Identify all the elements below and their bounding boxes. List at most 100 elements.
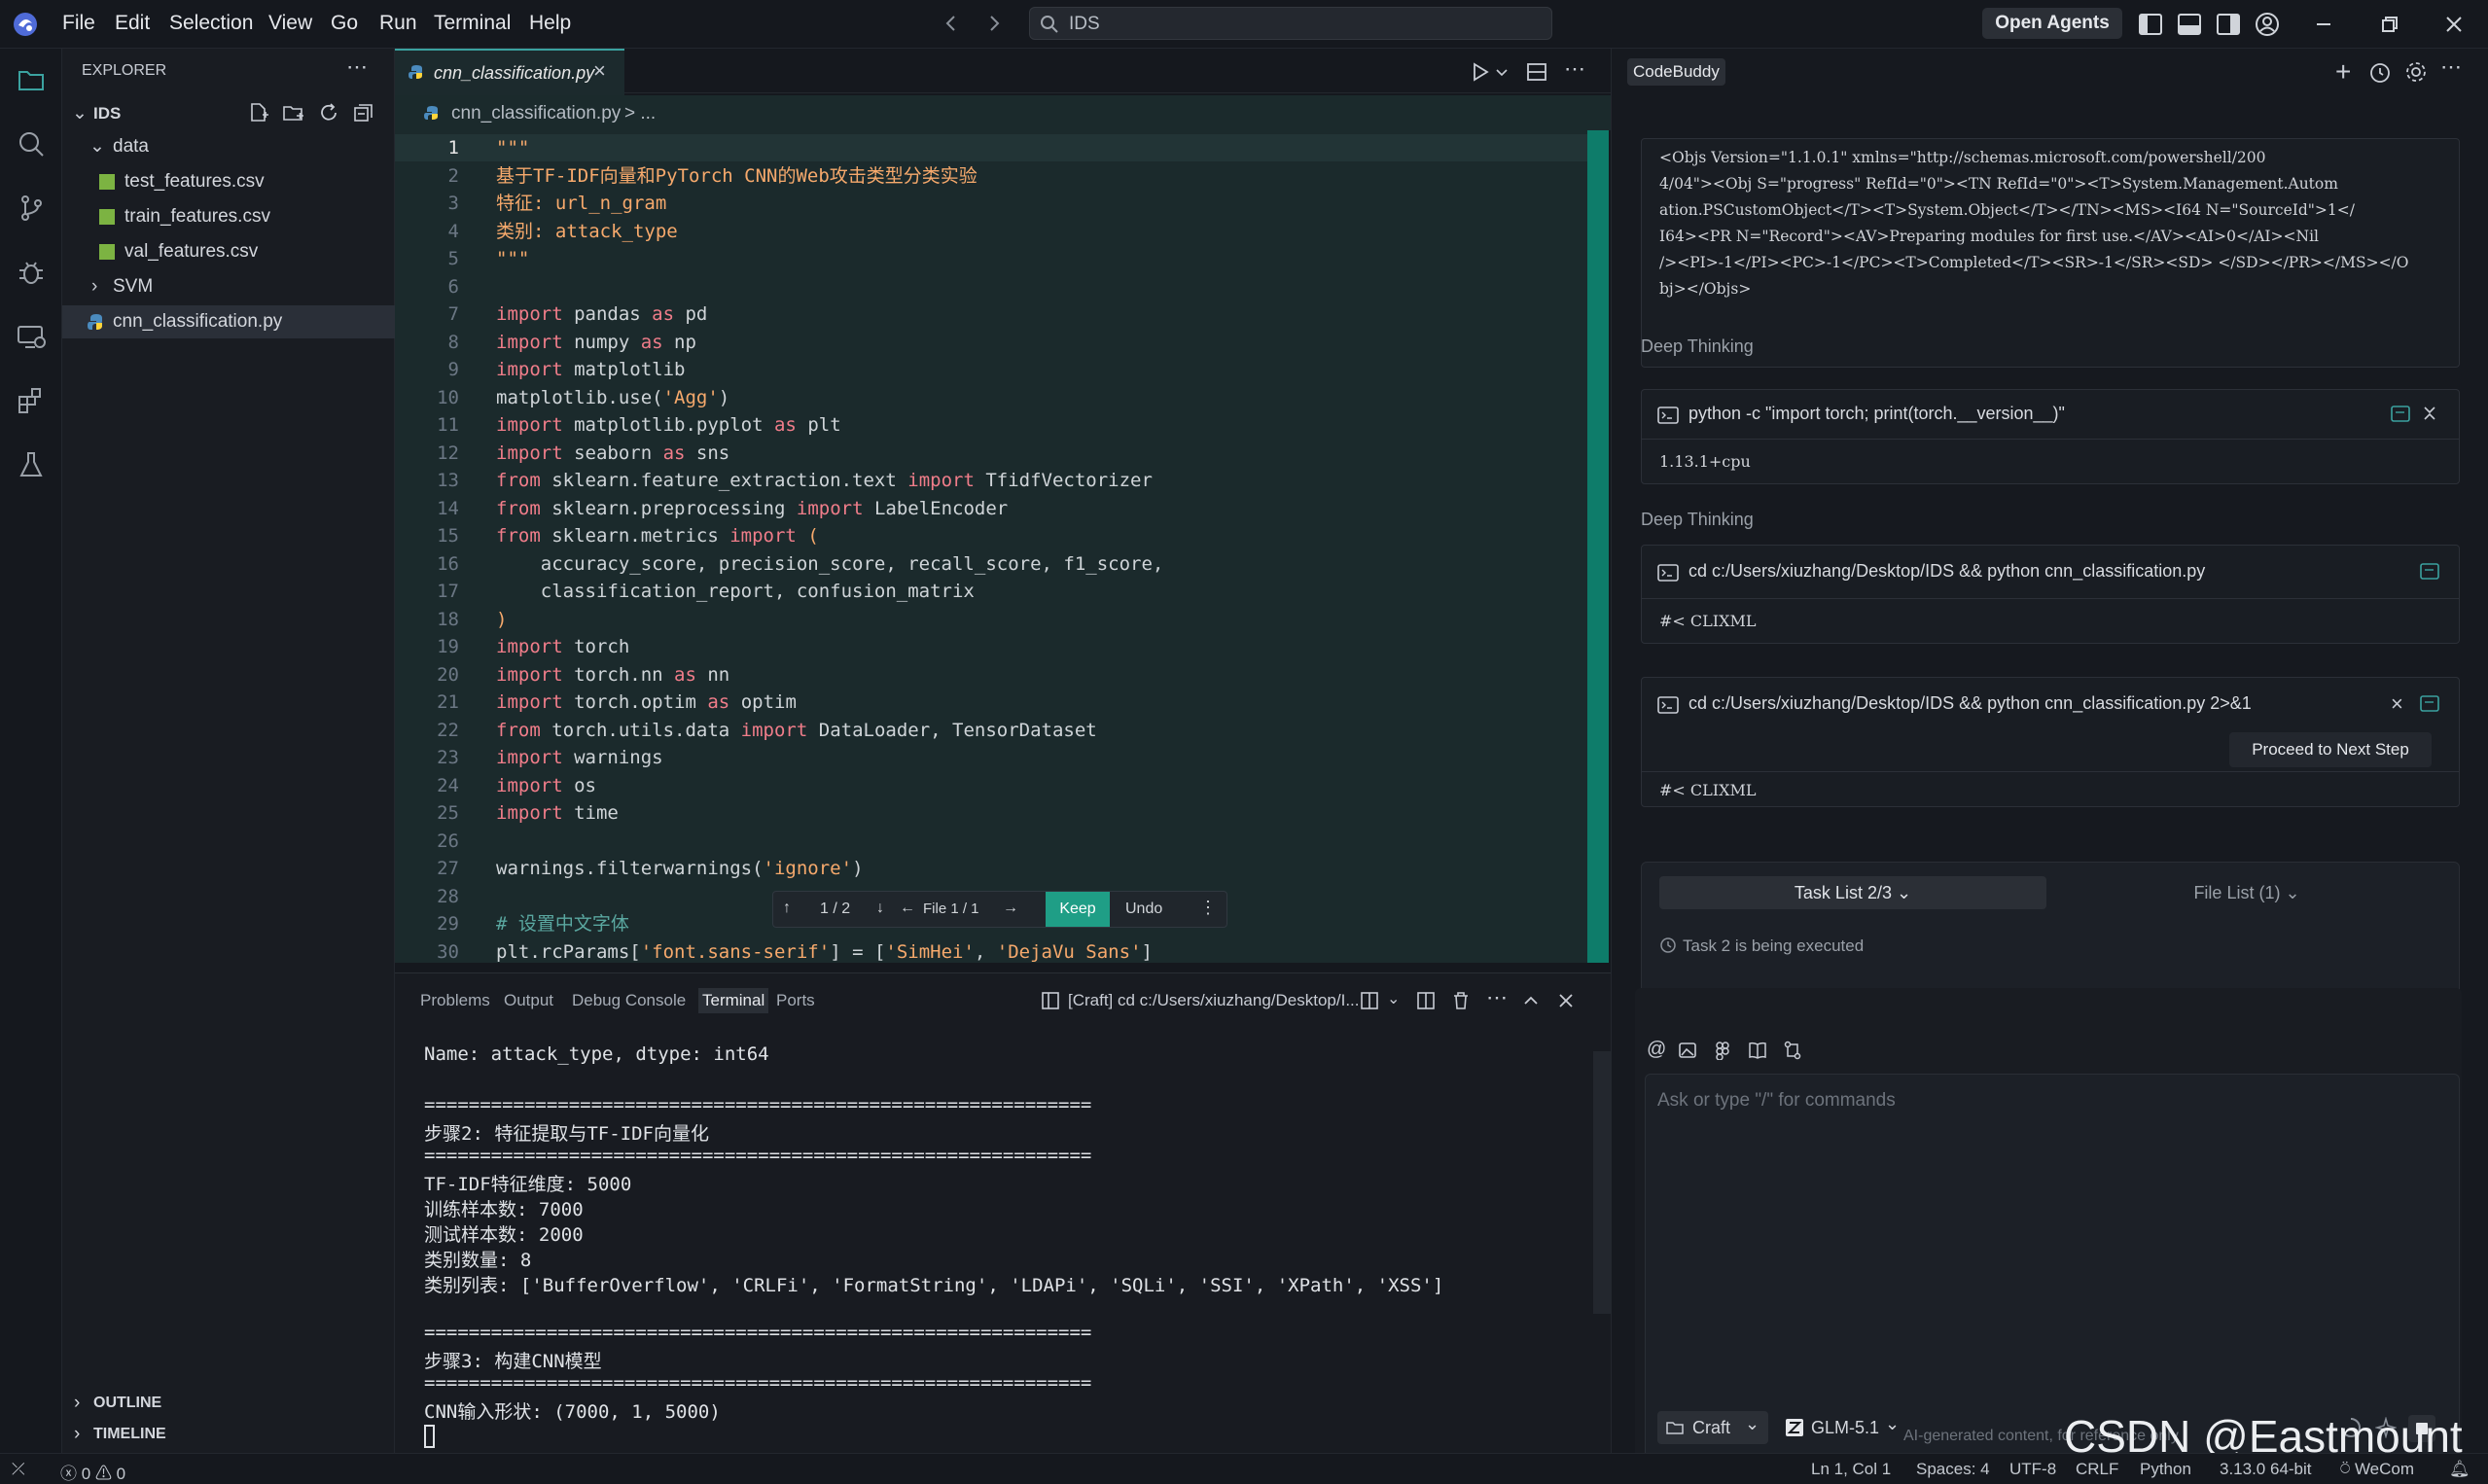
menu-selection[interactable]: Selection — [169, 12, 253, 35]
tree-file-train-features[interactable]: train_features.csv — [62, 200, 395, 233]
forward-arrow-icon[interactable] — [982, 12, 1006, 35]
minimize-icon[interactable] — [2311, 12, 2336, 37]
mention-icon[interactable]: @ — [1647, 1039, 1666, 1061]
code-line[interactable]: 7 import pandas as pd — [395, 300, 1591, 328]
code-line[interactable]: 1 """ — [395, 134, 1591, 161]
cancel-command-icon[interactable]: × — [2391, 691, 2403, 717]
trash-icon[interactable] — [1451, 991, 1471, 1010]
menu-go[interactable]: Go — [331, 12, 358, 35]
terminal-scrollbar[interactable] — [1593, 1051, 1611, 1314]
history-icon[interactable] — [2368, 61, 2392, 85]
explorer-more-icon[interactable]: ⋯ — [346, 54, 368, 80]
code-line[interactable]: 15 from sklearn.metrics import ( — [395, 522, 1591, 549]
code-line[interactable]: 22 from torch.utils.data import DataLoade… — [395, 717, 1591, 744]
close-window-icon[interactable] — [2441, 12, 2467, 37]
previous-file-icon[interactable]: ← — [900, 900, 915, 917]
editor-more-icon[interactable]: ⋯ — [1564, 56, 1585, 82]
code-line[interactable]: 20 import torch.nn as nn — [395, 661, 1591, 689]
open-terminal-icon[interactable] — [2420, 695, 2439, 713]
menu-help[interactable]: Help — [529, 12, 571, 35]
timeline-section[interactable]: › TIMELINE — [62, 1418, 395, 1451]
extensions-icon[interactable] — [16, 385, 47, 416]
tree-folder-data[interactable]: ⌄ data — [62, 130, 395, 163]
tree-root-ids[interactable]: ⌄ IDS — [62, 97, 395, 130]
new-file-icon[interactable] — [247, 101, 270, 124]
code-line[interactable]: 18) — [395, 606, 1591, 633]
toggle-panel-icon[interactable] — [2177, 12, 2202, 37]
code-line[interactable]: 9 import matplotlib — [395, 356, 1591, 383]
open-terminal-icon[interactable] — [2391, 406, 2410, 423]
code-line[interactable]: 6 — [395, 273, 1591, 300]
search-view-icon[interactable] — [16, 128, 47, 159]
tab-problems[interactable]: Problems — [420, 991, 490, 1010]
remote-explorer-icon[interactable] — [16, 321, 47, 352]
code-line[interactable]: 2 基于TF-IDF向量和PyTorch CNN的Web攻击类型分类实验 — [395, 162, 1591, 190]
keep-button[interactable]: Keep — [1046, 892, 1110, 927]
toggle-secondary-sidebar-icon[interactable] — [2216, 12, 2241, 37]
wecom-item[interactable]: ⍥ WeCom — [2340, 1460, 2414, 1479]
breadcrumb-symbols[interactable]: > ... — [624, 103, 656, 124]
code-line[interactable]: 10 matplotlib.use('Agg') — [395, 384, 1591, 411]
code-line[interactable]: 3 特征: url_n_gram — [395, 190, 1591, 217]
task-list-tab[interactable]: Task List 2/3 ⌄ — [1659, 876, 2046, 909]
code-line[interactable]: 4 类别: attack_type — [395, 218, 1591, 245]
panel-more-icon[interactable]: ⋯ — [1486, 985, 1508, 1010]
code-line[interactable]: 27 warnings.filterwarnings('ignore') — [395, 855, 1591, 882]
code-line[interactable]: 11 import matplotlib.pyplot as plt — [395, 411, 1591, 439]
collapse-icon[interactable] — [2420, 404, 2439, 423]
new-terminal-icon[interactable] — [1360, 991, 1381, 1010]
code-line[interactable]: 23 import warnings — [395, 744, 1591, 771]
code-line[interactable]: 16 accuracy_score, precision_score, reca… — [395, 550, 1591, 578]
image-icon[interactable] — [1678, 1041, 1697, 1060]
tab-output[interactable]: Output — [504, 991, 553, 1010]
maximize-panel-icon[interactable] — [1521, 991, 1541, 1010]
menu-edit[interactable]: Edit — [115, 12, 150, 35]
tab-ports[interactable]: Ports — [776, 991, 815, 1010]
restore-icon[interactable] — [2377, 12, 2402, 37]
cursor-position[interactable]: Ln 1, Col 1 — [1811, 1460, 1891, 1479]
tree-file-val-features[interactable]: val_features.csv — [62, 235, 395, 268]
code-line[interactable]: 26 — [395, 828, 1591, 855]
menu-run[interactable]: Run — [379, 12, 417, 35]
account-icon[interactable] — [2255, 12, 2280, 37]
tab-cnn-classification[interactable]: cnn_classification.py × — [395, 49, 624, 95]
menu-file[interactable]: File — [62, 12, 95, 35]
menu-view[interactable]: View — [268, 12, 312, 35]
explorer-icon[interactable] — [16, 64, 47, 95]
tree-folder-svm[interactable]: › SVM — [62, 270, 395, 303]
outline-section[interactable]: › OUTLINE — [62, 1387, 395, 1420]
notifications-bell-icon[interactable]: 🔔︎ — [2449, 1460, 2470, 1479]
code-line[interactable]: 25 import time — [395, 799, 1591, 827]
terminal-output[interactable]: Name: attack_type, dtype: int64 =========… — [395, 1022, 1591, 1454]
figma-icon[interactable] — [1713, 1041, 1732, 1060]
git-compare-icon[interactable] — [1783, 1041, 1802, 1060]
settings-gear-icon[interactable] — [2403, 59, 2429, 85]
back-arrow-icon[interactable] — [940, 12, 963, 35]
code-line[interactable]: 19 import torch — [395, 633, 1591, 660]
refresh-icon[interactable] — [317, 101, 340, 124]
close-panel-icon[interactable] — [1556, 991, 1576, 1010]
deep-thinking-label[interactable]: Deep Thinking — [1641, 510, 1754, 530]
chevron-down-icon[interactable]: ⌄ — [1387, 989, 1400, 1008]
run-debug-icon[interactable] — [16, 257, 47, 288]
code-line[interactable]: 14 from sklearn.preprocessing import Labe… — [395, 495, 1591, 522]
collapse-all-icon[interactable] — [352, 101, 375, 124]
codebuddy-more-icon[interactable]: ⋯ — [2440, 54, 2462, 80]
tab-terminal[interactable]: Terminal — [698, 988, 769, 1013]
command-search-box[interactable]: IDS — [1029, 7, 1552, 40]
indentation[interactable]: Spaces: 4 — [1916, 1460, 1990, 1479]
codebuddy-tab[interactable]: CodeBuddy — [1627, 58, 1725, 86]
problems-indicator[interactable]: ⓧ 0 ⚠ 0 — [60, 1460, 125, 1484]
remote-indicator-icon[interactable]: ⤫ — [12, 1460, 25, 1479]
code-line[interactable]: 21 import torch.optim as optim — [395, 689, 1591, 716]
split-editor-icon[interactable] — [1525, 60, 1548, 84]
code-line[interactable]: 8 import numpy as np — [395, 329, 1591, 356]
open-agents-button[interactable]: Open Agents — [1982, 8, 2122, 39]
close-tab-icon[interactable]: × — [593, 58, 606, 84]
knowledge-book-icon[interactable] — [1748, 1041, 1767, 1060]
split-terminal-icon[interactable] — [1416, 991, 1438, 1010]
next-hunk-icon[interactable]: ↓ — [876, 900, 884, 917]
file-list-tab[interactable]: File List (1) ⌄ — [2050, 876, 2443, 909]
model-selector[interactable]: GLM-5.1 ⌄ — [1782, 1411, 1908, 1444]
code-line[interactable]: 30 plt.rcParams['font.sans-serif'] = ['Si… — [395, 938, 1591, 964]
